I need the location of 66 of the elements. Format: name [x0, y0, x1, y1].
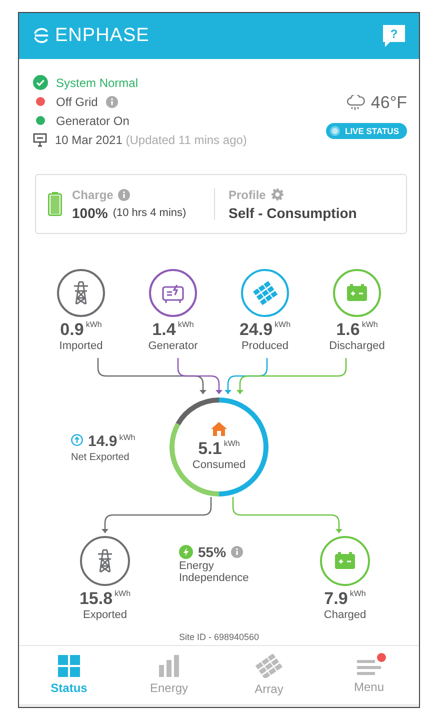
- nav-tab[interactable]: Status: [19, 646, 119, 704]
- lightning-icon: [179, 544, 193, 559]
- profile-value: Self - Consumption: [228, 204, 357, 220]
- status-text: Off Grid: [56, 94, 98, 109]
- energy-value: 7.9: [324, 588, 348, 609]
- date-text: 10 Mar 2021 (Updated 11 mins ago): [55, 132, 247, 147]
- site-id-text: Site ID - 698940560: [178, 632, 260, 642]
- charge-label: Charge: [72, 188, 114, 202]
- bar-chart-icon: [158, 654, 180, 677]
- live-status-button[interactable]: LIVE STATUS: [326, 122, 407, 139]
- nav-tab[interactable]: Menu: [319, 646, 419, 704]
- energy-value: 1.6: [336, 320, 360, 340]
- energy-value: 24.9: [239, 320, 273, 340]
- independence-label: Energy Independence: [179, 560, 250, 584]
- check-circle-icon: [33, 75, 48, 90]
- energy-value: 1.4: [152, 320, 176, 340]
- output-label: Exported: [82, 608, 128, 621]
- energy-value: 14.9: [88, 433, 118, 450]
- status-text: Generator On: [56, 114, 130, 128]
- logo-icon: [33, 27, 50, 44]
- gateway-icon: [33, 132, 47, 147]
- source-label: Generator: [148, 340, 198, 352]
- charge-value: 100%: [72, 204, 108, 220]
- nav-tab[interactable]: Array: [219, 646, 319, 704]
- nav-tab[interactable]: Energy: [119, 646, 219, 704]
- unit-label: kWh: [224, 439, 240, 448]
- independence-value: 55%: [198, 544, 226, 560]
- unit-label: kWh: [119, 433, 136, 442]
- source-circle[interactable]: [333, 269, 381, 318]
- solar-panels-icon: [252, 280, 278, 306]
- output-circle[interactable]: [320, 536, 370, 586]
- unit-label: kWh: [114, 588, 131, 598]
- energy-value: 5.1: [198, 439, 222, 460]
- source-circle[interactable]: [241, 269, 289, 318]
- info-icon[interactable]: [106, 96, 118, 108]
- brand-name: ENPHASE: [55, 24, 150, 47]
- source-label: Discharged: [329, 340, 385, 352]
- profile-label: Profile: [228, 188, 266, 202]
- unit-label: kWh: [350, 588, 366, 598]
- energy-value: 0.9: [60, 320, 84, 340]
- house-icon: [211, 422, 227, 436]
- status-text: System Normal: [56, 76, 138, 90]
- unit-label: kWh: [178, 320, 194, 330]
- source-label: Produced: [241, 340, 289, 352]
- unit-label: kWh: [274, 320, 291, 330]
- charge-duration: (10 hrs 4 mins): [112, 206, 186, 218]
- help-icon[interactable]: ?: [383, 24, 405, 47]
- source-circle[interactable]: [149, 269, 197, 318]
- settings-icon[interactable]: [270, 188, 284, 201]
- rain-cloud-icon: [346, 94, 366, 111]
- output-label: Charged: [324, 608, 366, 621]
- source-circle[interactable]: [57, 269, 105, 318]
- unit-label: kWh: [86, 320, 102, 330]
- grid-icon: [58, 654, 80, 677]
- net-exported-label: Net Exported: [71, 452, 130, 464]
- solar-panels-icon: [255, 654, 283, 678]
- temperature-text: 46°F: [370, 92, 407, 113]
- battery-level-icon: [48, 192, 62, 216]
- unit-label: kWh: [362, 320, 378, 330]
- info-icon[interactable]: [231, 546, 244, 558]
- output-circle[interactable]: [80, 536, 130, 586]
- source-label: Imported: [59, 340, 103, 352]
- upload-arrow-icon: [71, 434, 83, 446]
- info-icon[interactable]: [118, 188, 130, 200]
- energy-value: 15.8: [79, 588, 113, 609]
- consumed-label: Consumed: [192, 459, 246, 472]
